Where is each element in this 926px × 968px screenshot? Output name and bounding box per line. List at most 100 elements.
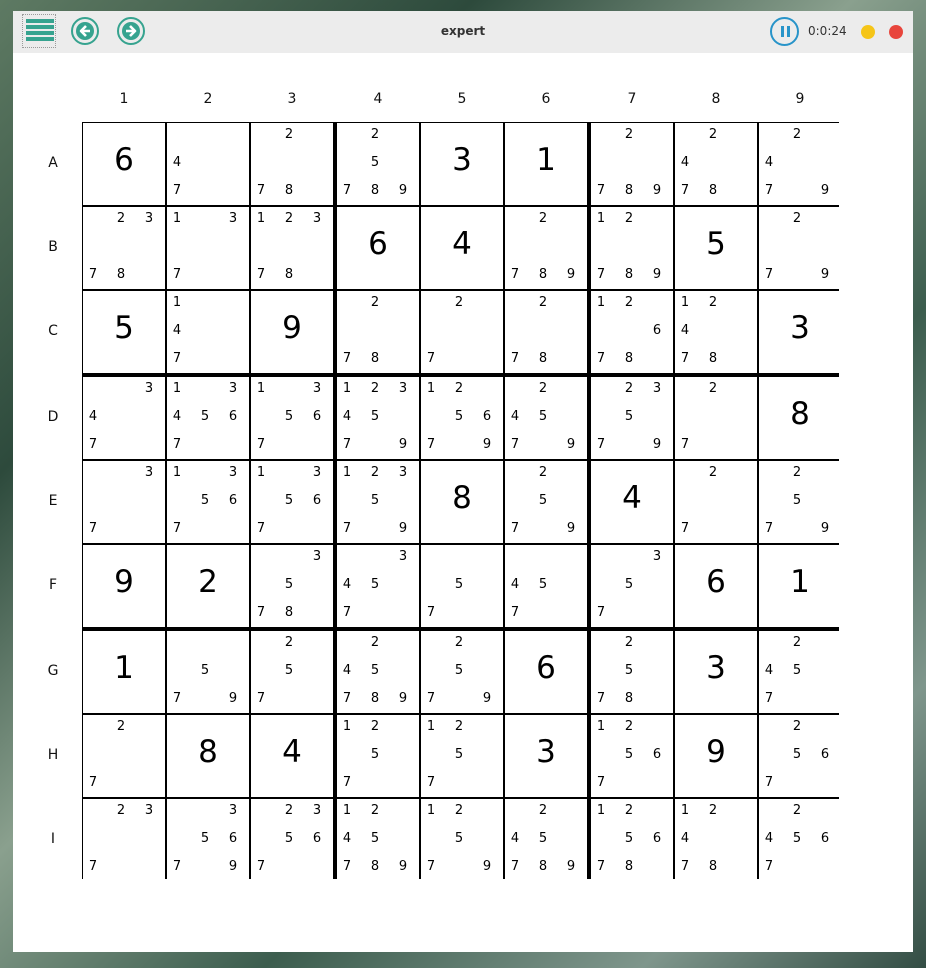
- cell-I4[interactable]: 1 2 4 5 7 8 9: [337, 799, 419, 881]
- cell-E9[interactable]: 2 5 7 9: [759, 461, 841, 543]
- cell-H4[interactable]: 1 2 5 7: [337, 715, 419, 797]
- cell-F6[interactable]: 4 5 7: [505, 545, 587, 627]
- cell-C9[interactable]: 3: [759, 291, 841, 373]
- cell-B3[interactable]: 1 2 3 7 8: [251, 207, 333, 289]
- cell-E1[interactable]: 37: [83, 461, 165, 543]
- cell-I8[interactable]: 1 2 4 7 8: [675, 799, 757, 881]
- cell-E8[interactable]: 27: [675, 461, 757, 543]
- cell-F8[interactable]: 6: [675, 545, 757, 627]
- cell-A8[interactable]: 2 4 7 8: [675, 123, 757, 205]
- cell-F7[interactable]: 3 5 7: [591, 545, 673, 627]
- cell-E7[interactable]: 4: [591, 461, 673, 543]
- candidate-note: 2: [284, 211, 294, 226]
- candidate-note: 9: [398, 859, 408, 874]
- cell-I6[interactable]: 2 4 5 7 8 9: [505, 799, 587, 881]
- cell-H1[interactable]: 27: [83, 715, 165, 797]
- cell-I2[interactable]: 3 5 6 7 9: [167, 799, 249, 881]
- candidate-note: 9: [482, 691, 492, 706]
- cell-C4[interactable]: 2 7 8: [337, 291, 419, 373]
- cell-H6[interactable]: 3: [505, 715, 587, 797]
- close-button[interactable]: [889, 25, 903, 39]
- cell-B6[interactable]: 2 7 8 9: [505, 207, 587, 289]
- cell-I5[interactable]: 1 2 5 7 9: [421, 799, 503, 881]
- cell-F3[interactable]: 3 5 7 8: [251, 545, 333, 627]
- cell-value: 3: [706, 650, 726, 686]
- cell-E2[interactable]: 1 3 5 6 7: [167, 461, 249, 543]
- cell-D4[interactable]: 1 2 3 4 5 7 9: [337, 377, 419, 459]
- cell-D3[interactable]: 1 3 5 6 7: [251, 377, 333, 459]
- cell-E6[interactable]: 2 5 7 9: [505, 461, 587, 543]
- cell-G8[interactable]: 3: [675, 631, 757, 713]
- cell-A1[interactable]: 6: [83, 123, 165, 205]
- cell-G9[interactable]: 2 4 5 7: [759, 631, 841, 713]
- cell-H9[interactable]: 2 5 6 7: [759, 715, 841, 797]
- candidate-note: 4: [342, 577, 352, 592]
- cell-H7[interactable]: 1 2 5 6 7: [591, 715, 673, 797]
- cell-H3[interactable]: 4: [251, 715, 333, 797]
- cell-I3[interactable]: 2 3 5 6 7: [251, 799, 333, 881]
- cell-C6[interactable]: 2 7 8: [505, 291, 587, 373]
- cell-I1[interactable]: 2 3 7: [83, 799, 165, 881]
- cell-D2[interactable]: 1 3 4 5 6 7: [167, 377, 249, 459]
- cell-B9[interactable]: 2 7 9: [759, 207, 841, 289]
- candidate-note: 5: [370, 155, 380, 170]
- cell-F5[interactable]: 57: [421, 545, 503, 627]
- cell-G4[interactable]: 2 4 5 7 8 9: [337, 631, 419, 713]
- cell-I9[interactable]: 2 4 5 6 7: [759, 799, 841, 881]
- candidate-note: 7: [342, 691, 352, 706]
- cell-D8[interactable]: 27: [675, 377, 757, 459]
- cell-F1[interactable]: 9: [83, 545, 165, 627]
- cell-A4[interactable]: 2 5 7 8 9: [337, 123, 419, 205]
- cell-D6[interactable]: 2 4 5 7 9: [505, 377, 587, 459]
- cell-B7[interactable]: 1 2 7 8 9: [591, 207, 673, 289]
- cell-B4[interactable]: 6: [337, 207, 419, 289]
- cell-D1[interactable]: 3 4 7: [83, 377, 165, 459]
- cell-A5[interactable]: 3: [421, 123, 503, 205]
- candidate-note: 3: [398, 381, 408, 396]
- cell-D5[interactable]: 1 2 5 6 7 9: [421, 377, 503, 459]
- cell-G2[interactable]: 5 7 9: [167, 631, 249, 713]
- candidate-note: 4: [172, 323, 182, 338]
- cell-G5[interactable]: 2 5 7 9: [421, 631, 503, 713]
- cell-C1[interactable]: 5: [83, 291, 165, 373]
- candidate-note: 7: [510, 521, 520, 536]
- cell-A3[interactable]: 2 7 8: [251, 123, 333, 205]
- cell-F2[interactable]: 2: [167, 545, 249, 627]
- cell-E5[interactable]: 8: [421, 461, 503, 543]
- candidate-note: 2: [792, 635, 802, 650]
- candidate-note: 7: [426, 691, 436, 706]
- cell-C2[interactable]: 1 4 7: [167, 291, 249, 373]
- cell-A9[interactable]: 2 4 7 9: [759, 123, 841, 205]
- cell-C7[interactable]: 1 2 6 7 8: [591, 291, 673, 373]
- candidate-note: 3: [312, 381, 322, 396]
- cell-I7[interactable]: 1 2 5 6 7 8: [591, 799, 673, 881]
- cell-C5[interactable]: 27: [421, 291, 503, 373]
- cell-B5[interactable]: 4: [421, 207, 503, 289]
- cell-H8[interactable]: 9: [675, 715, 757, 797]
- cell-A6[interactable]: 1: [505, 123, 587, 205]
- cell-A7[interactable]: 2 7 8 9: [591, 123, 673, 205]
- cell-A2[interactable]: 47: [167, 123, 249, 205]
- cell-G6[interactable]: 6: [505, 631, 587, 713]
- cell-C8[interactable]: 1 2 4 7 8: [675, 291, 757, 373]
- cell-B2[interactable]: 1 3 7: [167, 207, 249, 289]
- cell-D9[interactable]: 8: [759, 377, 841, 459]
- candidate-note: 4: [680, 831, 690, 846]
- cell-E3[interactable]: 1 3 5 6 7: [251, 461, 333, 543]
- candidate-note: 2: [284, 803, 294, 818]
- cell-B1[interactable]: 2 3 7 8: [83, 207, 165, 289]
- candidate-note: 8: [624, 267, 634, 282]
- minimize-button[interactable]: [861, 25, 875, 39]
- cell-H2[interactable]: 8: [167, 715, 249, 797]
- cell-G3[interactable]: 2 5 7: [251, 631, 333, 713]
- cell-F9[interactable]: 1: [759, 545, 841, 627]
- cell-G1[interactable]: 1: [83, 631, 165, 713]
- cell-H5[interactable]: 1 2 5 7: [421, 715, 503, 797]
- cell-G7[interactable]: 2 5 7 8: [591, 631, 673, 713]
- cell-B8[interactable]: 5: [675, 207, 757, 289]
- cell-D7[interactable]: 2 3 5 7 9: [591, 377, 673, 459]
- cell-F4[interactable]: 3 4 5 7: [337, 545, 419, 627]
- cell-C3[interactable]: 9: [251, 291, 333, 373]
- cell-E4[interactable]: 1 2 3 5 7 9: [337, 461, 419, 543]
- pause-button[interactable]: [770, 17, 799, 46]
